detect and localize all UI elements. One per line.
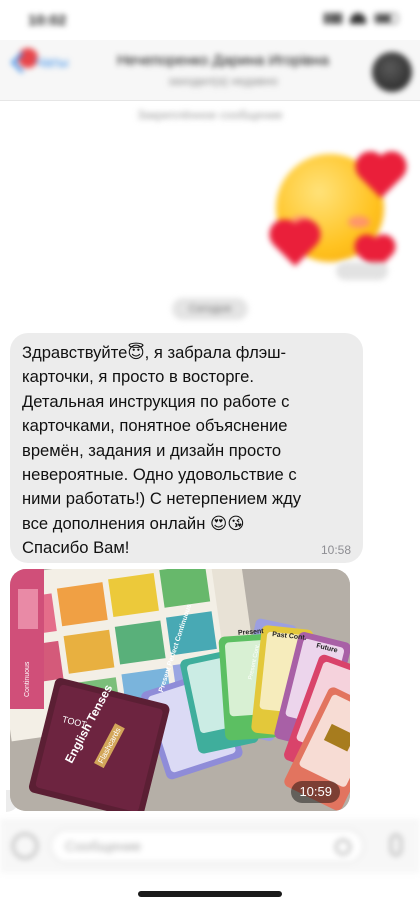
pinned-message-note[interactable]: Закреплённое сообщение xyxy=(0,108,420,122)
chat-header: Чаты Нечепоренко Дарина Игорівна заходил… xyxy=(0,40,420,101)
photo-message[interactable]: TOOT English Tenses Flashcards Present P… xyxy=(10,569,350,811)
photo-timestamp: 10:59 xyxy=(291,781,340,803)
flashcards-photo xyxy=(10,569,350,811)
signal-icon xyxy=(324,13,342,24)
sticker-timestamp xyxy=(336,262,388,280)
attach-icon[interactable] xyxy=(12,833,38,859)
microphone-icon[interactable] xyxy=(390,834,402,856)
avatar[interactable] xyxy=(372,52,412,92)
emoji-sticker[interactable] xyxy=(270,148,403,274)
contact-name[interactable]: Нечепоренко Дарина Игорівна xyxy=(78,52,368,69)
blush-right xyxy=(348,216,370,228)
card-label: Continuous xyxy=(24,661,31,697)
incoming-message-bubble[interactable]: Здравствуйте😇, я забрала флэш- карточки,… xyxy=(10,333,363,563)
sticker-icon[interactable] xyxy=(335,839,351,855)
message-timestamp: 10:58 xyxy=(320,543,351,557)
back-button[interactable]: Чаты xyxy=(8,51,69,73)
chevron-left-icon xyxy=(10,51,33,73)
date-separator: Сегодня xyxy=(172,298,248,320)
status-time: 10:02 xyxy=(28,12,67,29)
status-bar: 10:02 xyxy=(0,0,420,40)
contact-status: заходил(а) недавно xyxy=(168,74,278,88)
back-label: Чаты xyxy=(35,54,69,70)
message-input-placeholder: Сообщение xyxy=(65,838,142,854)
heart-icon xyxy=(273,223,317,267)
composer-bar: Сообщение xyxy=(0,820,420,873)
message-text: Здравствуйте😇, я забрала флэш- карточки,… xyxy=(22,343,302,558)
message-input[interactable]: Сообщение xyxy=(50,829,364,863)
battery-icon xyxy=(374,13,398,24)
home-indicator xyxy=(138,891,282,897)
wifi-icon xyxy=(350,13,366,24)
status-icons xyxy=(324,13,398,24)
